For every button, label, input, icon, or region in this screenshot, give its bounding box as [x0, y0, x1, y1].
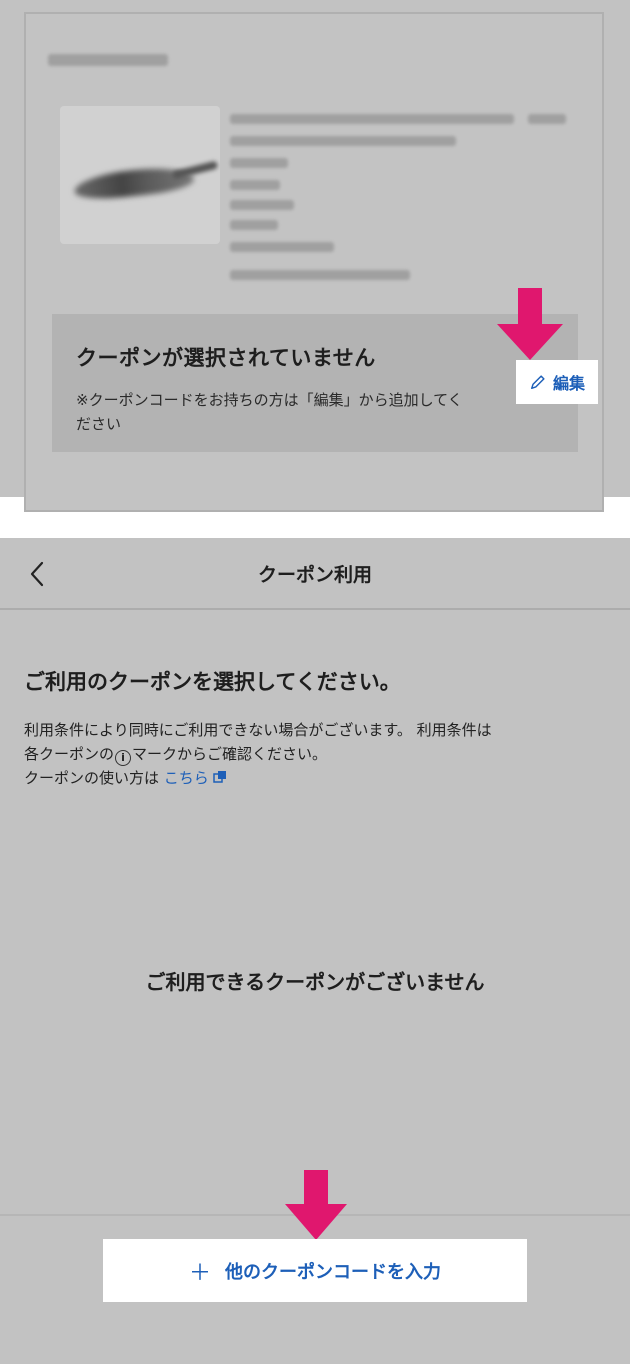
coupon-conditions-text: 利用条件により同時にご利用できない場合がございます。 利用条件は 各クーポンの i…: [24, 718, 614, 790]
blurred-option-4: [230, 220, 278, 230]
edit-button-label: 編集: [552, 376, 585, 393]
howto-link[interactable]: こちら: [164, 769, 209, 787]
blurred-option-3: [230, 200, 294, 210]
blurred-option-6: [230, 270, 410, 280]
blurred-product-name-line2: [230, 136, 456, 146]
no-coupons-message: ご利用できるクーポンがございません: [145, 970, 485, 994]
desc-line-2-pre: 各クーポンの: [24, 745, 115, 763]
blurred-option-2: [230, 180, 280, 190]
desc-line-2-post: マークからご確認ください。: [132, 745, 328, 763]
screen-header: クーポン利用: [0, 538, 630, 610]
order-summary-panel: クーポンが選択されていません ※クーポンコードをお持ちの方は「編集」から追加して…: [0, 0, 630, 512]
pink-arrow-down-icon: [497, 288, 563, 360]
page-title: クーポン利用: [257, 564, 372, 586]
desc-line-1: 利用条件により同時にご利用できない場合がございます。 利用条件は: [24, 721, 492, 739]
coupon-status-title: クーポンが選択されていません: [76, 346, 376, 370]
enter-other-coupon-code-button[interactable]: ＋ 他のクーポンコードを入力: [103, 1239, 527, 1302]
pink-arrow-down-icon: [285, 1170, 347, 1240]
order-card: クーポンが選択されていません ※クーポンコードをお持ちの方は「編集」から追加して…: [24, 12, 604, 512]
coupon-note: ※クーポンコードをお持ちの方は「編集」から追加してください: [76, 391, 463, 433]
desc-line-2: 各クーポンの i マークからご確認ください。: [24, 742, 614, 766]
blurred-option-5: [230, 242, 334, 252]
external-link-icon[interactable]: [213, 770, 227, 784]
info-icon: i: [115, 750, 132, 766]
add-coupon-label: 他のクーポンコードを入力: [225, 1261, 441, 1283]
select-coupon-heading: ご利用のクーポンを選択してください。: [24, 670, 401, 694]
blurred-shop-name: [48, 54, 168, 66]
pencil-icon: [530, 375, 545, 390]
desc-line-3: クーポンの使い方は こちら: [24, 766, 614, 790]
plus-icon: ＋: [188, 1260, 211, 1286]
blurred-product-name: [230, 114, 514, 124]
edit-coupon-button[interactable]: 編集: [516, 360, 598, 404]
blurred-option-1: [230, 158, 288, 168]
blurred-product-price: [528, 114, 566, 124]
howto-prefix: クーポンの使い方は: [24, 769, 164, 787]
coupon-usage-screen: クーポン利用 ご利用のクーポンを選択してください。 利用条件により同時にご利用で…: [0, 538, 630, 1364]
product-image: [60, 106, 220, 244]
